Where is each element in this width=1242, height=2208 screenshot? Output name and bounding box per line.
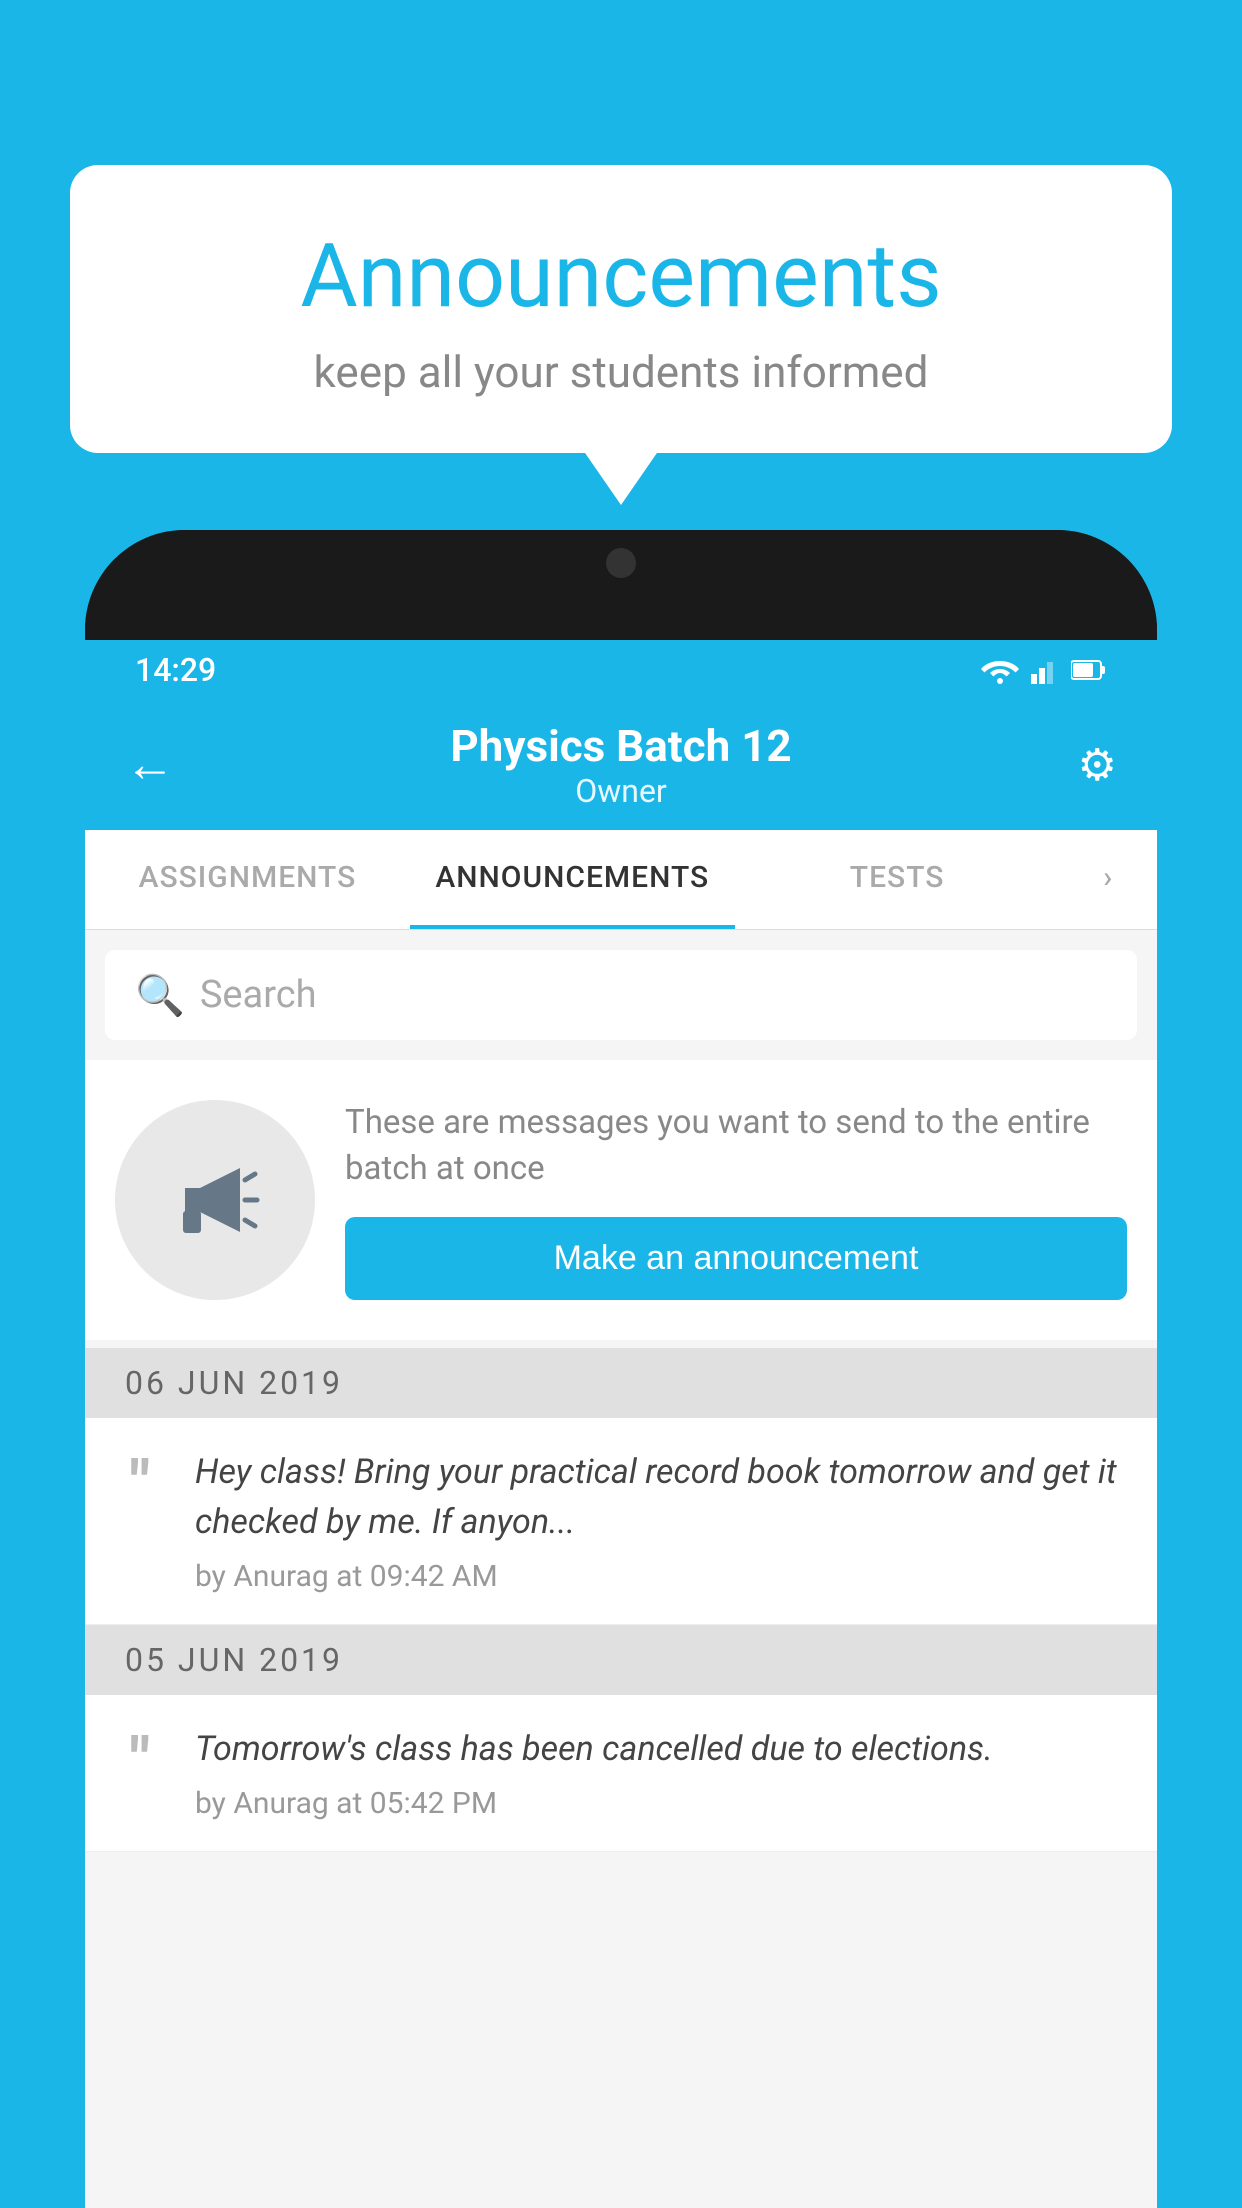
announcement-meta-2: by Anurag at 05:42 PM (195, 1786, 1127, 1821)
speech-bubble: Announcements keep all your students inf… (70, 165, 1172, 453)
promo-right: These are messages you want to send to t… (345, 1100, 1127, 1300)
app-bar: ← Physics Batch 12 Owner ⚙ (85, 700, 1157, 830)
search-icon: 🔍 (135, 972, 185, 1019)
phone-frame: 14:29 ← Physics Batch (85, 530, 1157, 2208)
announcement-icon-circle (115, 1100, 315, 1300)
announcement-meta-1: by Anurag at 09:42 AM (195, 1559, 1127, 1594)
megaphone-icon (165, 1150, 265, 1250)
tab-tests[interactable]: TESTS (735, 830, 1060, 929)
app-bar-subtitle: Owner (450, 772, 791, 810)
status-icons (981, 656, 1107, 684)
screen-content: 🔍 Search These are messages you want to … (85, 930, 1157, 2208)
back-button[interactable]: ← (125, 740, 175, 790)
gear-button[interactable]: ⚙ (1078, 739, 1117, 791)
search-placeholder: Search (200, 973, 317, 1017)
announcement-text-2: Tomorrow's class has been cancelled due … (195, 1725, 1127, 1821)
date-separator-2: 05 JUN 2019 (85, 1625, 1157, 1695)
promo-description: These are messages you want to send to t… (345, 1100, 1127, 1192)
announcement-body-2: Tomorrow's class has been cancelled due … (195, 1725, 1127, 1774)
quote-icon-1: " (105, 1448, 175, 1513)
promo-block: These are messages you want to send to t… (85, 1060, 1157, 1340)
tab-assignments[interactable]: ASSIGNMENTS (85, 830, 410, 929)
make-announcement-button[interactable]: Make an announcement (345, 1217, 1127, 1300)
phone-camera (606, 548, 636, 578)
status-time: 14:29 (135, 651, 216, 689)
battery-icon (1071, 659, 1107, 681)
tab-bar: ASSIGNMENTS ANNOUNCEMENTS TESTS › (85, 830, 1157, 930)
wifi-icon (981, 656, 1019, 684)
announcement-item-1[interactable]: " Hey class! Bring your practical record… (85, 1418, 1157, 1625)
quote-icon-2: " (105, 1725, 175, 1790)
phone-notch-area (85, 530, 1157, 640)
announcement-text-1: Hey class! Bring your practical record b… (195, 1448, 1127, 1594)
speech-bubble-title: Announcements (120, 225, 1122, 328)
search-bar[interactable]: 🔍 Search (105, 950, 1137, 1040)
phone-notch (521, 530, 721, 595)
status-bar: 14:29 (85, 640, 1157, 700)
tab-announcements[interactable]: ANNOUNCEMENTS (410, 830, 735, 929)
tab-more[interactable]: › (1060, 830, 1157, 929)
speech-bubble-subtitle: keep all your students informed (120, 346, 1122, 398)
app-bar-title-group: Physics Batch 12 Owner (450, 720, 791, 810)
app-bar-title: Physics Batch 12 (450, 720, 791, 772)
announcement-item-2[interactable]: " Tomorrow's class has been cancelled du… (85, 1695, 1157, 1852)
signal-icon (1031, 656, 1059, 684)
announcement-body-1: Hey class! Bring your practical record b… (195, 1448, 1127, 1547)
date-separator-1: 06 JUN 2019 (85, 1348, 1157, 1418)
